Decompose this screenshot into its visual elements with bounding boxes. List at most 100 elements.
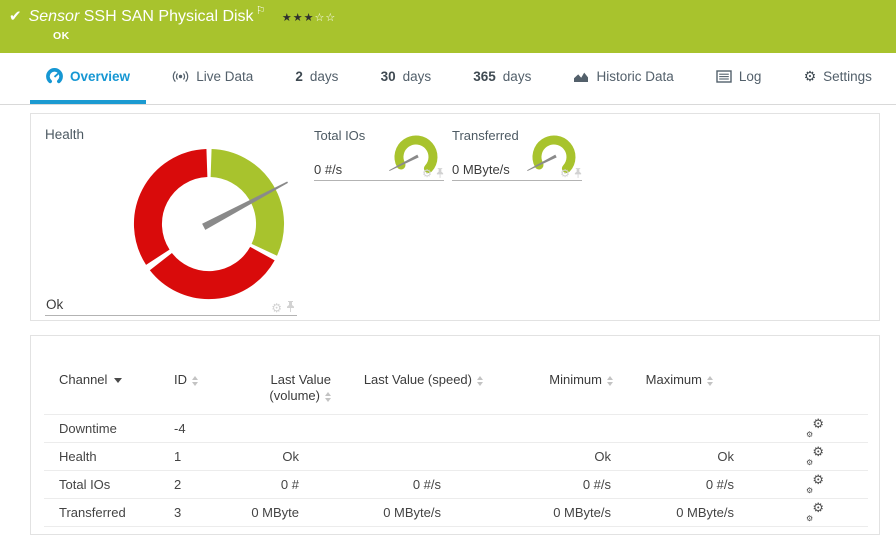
channels-table-panel: Channel ID Last Value (volume) Last Value…: [30, 335, 880, 535]
mini-gauge-total-ios: Total IOs 0 #/s ⚙: [314, 128, 444, 181]
maximum-value: Ok: [615, 442, 738, 471]
mini-gauge-title: Total IOs: [314, 128, 366, 143]
priority-stars[interactable]: ★★★☆☆: [282, 11, 336, 24]
gauge-settings-gear-icon[interactable]: ⚙: [422, 168, 432, 179]
table-row-transferred: Transferred 3 0 MByte 0 MByte/s 0 MByte/…: [44, 498, 868, 527]
channel-name[interactable]: Transferred: [44, 498, 171, 527]
channel-name[interactable]: Health: [44, 442, 171, 471]
table-row-total-ios: Total IOs 2 0 # 0 #/s 0 #/s 0 #/s ⚙ ⚙: [44, 470, 868, 499]
gauge-needle: [527, 154, 557, 171]
tab-historic-data-label: Historic Data: [596, 69, 674, 84]
mini-gauge-value: 0 MByte/s: [452, 162, 510, 177]
health-gauge-footer: Ok ⚙: [45, 296, 297, 316]
column-header-maximum[interactable]: Maximum: [615, 372, 738, 415]
channel-id: 2: [171, 470, 231, 499]
channel-id: -4: [171, 414, 231, 443]
channels-table: Channel ID Last Value (volume) Last Value…: [44, 372, 868, 527]
sensor-type-label: Sensor: [28, 8, 80, 25]
maximum-value: 0 MByte/s: [615, 498, 738, 527]
tab-historic-data[interactable]: Historic Data: [557, 53, 689, 104]
gauge-settings-gear-icon[interactable]: ⚙: [560, 168, 570, 179]
tab-overview-label: Overview: [70, 69, 131, 84]
sort-icon: [192, 375, 198, 386]
area-chart-icon: [573, 70, 589, 84]
stars-empty: ☆☆: [314, 11, 337, 24]
tab-log-label: Log: [738, 69, 762, 84]
column-header-id[interactable]: ID: [171, 372, 231, 415]
tab-30-days-label: days: [402, 69, 432, 84]
sort-icon: [607, 375, 613, 386]
sort-icon: [325, 391, 331, 402]
gauge-needle: [389, 154, 419, 171]
last-value-speed: [333, 414, 485, 443]
pin-icon[interactable]: [574, 168, 582, 179]
maximum-value: [615, 414, 738, 443]
sensor-title-row: ✔ Sensor SSH SAN Physical Disk ⚐ ★★★☆☆: [9, 4, 336, 26]
tab-settings[interactable]: ⚙ Settings: [788, 53, 888, 104]
sensor-status-bar: ✔ Sensor SSH SAN Physical Disk ⚐ ★★★☆☆ OK: [0, 0, 896, 53]
mini-gauge-title: Transferred: [452, 128, 519, 143]
tab-live-data-label: Live Data: [196, 69, 254, 84]
tab-30-days[interactable]: 30 days: [365, 53, 448, 104]
stars-filled: ★★★: [281, 11, 315, 24]
tab-settings-label: Settings: [823, 69, 872, 84]
table-header-row: Channel ID Last Value (volume) Last Value…: [44, 372, 868, 415]
mini-gauge-value: 0 #/s: [314, 162, 343, 177]
gear-icon: ⚙: [803, 68, 817, 85]
column-header-channel[interactable]: Channel: [44, 372, 171, 415]
sort-desc-icon: [114, 378, 123, 384]
overview-gauges-panel: Health Ok ⚙ Total IOs 0 #/s ⚙ Transferre…: [30, 113, 880, 321]
channel-settings-gears-icon[interactable]: ⚙ ⚙: [806, 501, 824, 523]
sensor-name: SSH SAN Physical Disk: [83, 8, 254, 25]
last-value-speed: [333, 442, 485, 471]
tab-overview[interactable]: Overview: [30, 53, 147, 104]
channel-id: 3: [171, 498, 231, 527]
last-value-volume: 0 #: [231, 470, 333, 499]
tab-365-days[interactable]: 365 days: [457, 53, 547, 104]
column-header-last-value-speed[interactable]: Last Value (speed): [333, 372, 485, 415]
sort-icon: [477, 375, 483, 386]
tab-365-days-number: 365: [473, 69, 496, 84]
last-value-volume: 0 MByte: [231, 498, 333, 527]
log-icon: [716, 70, 732, 83]
tab-live-data[interactable]: Live Data: [156, 53, 269, 104]
channel-settings-gears-icon[interactable]: ⚙ ⚙: [806, 417, 824, 439]
last-value-speed: 0 #/s: [333, 470, 485, 499]
column-header-edit: [738, 372, 868, 415]
health-status-value: Ok: [46, 297, 64, 312]
status-badge: OK: [53, 30, 70, 42]
channel-name[interactable]: Downtime: [44, 414, 171, 443]
minimum-value: [485, 414, 615, 443]
table-row-health: Health 1 Ok Ok Ok ⚙ ⚙: [44, 442, 868, 471]
mini-gauge-transferred: Transferred 0 MByte/s ⚙: [452, 128, 582, 181]
minimum-value: 0 #/s: [485, 470, 615, 499]
pin-icon[interactable]: [286, 301, 295, 313]
tab-log[interactable]: Log: [700, 53, 778, 104]
maximum-value: 0 #/s: [615, 470, 738, 499]
sort-icon: [707, 375, 713, 386]
column-header-last-value-volume[interactable]: Last Value (volume): [231, 372, 333, 415]
gauge-icon: [46, 68, 63, 85]
channel-id: 1: [171, 442, 231, 471]
tab-bar: Overview Live Data 2 days 30 days 365 da…: [0, 53, 896, 105]
last-value-volume: [231, 414, 333, 443]
health-gauge-title: Health: [45, 127, 85, 142]
channel-settings-gears-icon[interactable]: ⚙ ⚙: [806, 473, 824, 495]
broadcast-icon: [172, 69, 189, 84]
minimum-value: Ok: [485, 442, 615, 471]
column-header-minimum[interactable]: Minimum: [485, 372, 615, 415]
last-value-volume: Ok: [231, 442, 333, 471]
minimum-value: 0 MByte/s: [485, 498, 615, 527]
tab-2-days-number: 2: [295, 69, 303, 84]
health-donut-gauge: [134, 149, 288, 300]
tab-2-days-label: days: [309, 69, 339, 84]
tab-2-days[interactable]: 2 days: [279, 53, 354, 104]
channel-name[interactable]: Total IOs: [44, 470, 171, 499]
table-row-downtime: Downtime -4 ⚙ ⚙: [44, 414, 868, 443]
pin-icon[interactable]: [436, 168, 444, 179]
flag-icon[interactable]: ⚐: [256, 4, 266, 17]
gauge-settings-gear-icon[interactable]: ⚙: [271, 302, 282, 314]
tab-30-days-number: 30: [380, 69, 396, 84]
check-status-icon: ✔: [9, 7, 22, 25]
channel-settings-gears-icon[interactable]: ⚙ ⚙: [806, 445, 824, 467]
